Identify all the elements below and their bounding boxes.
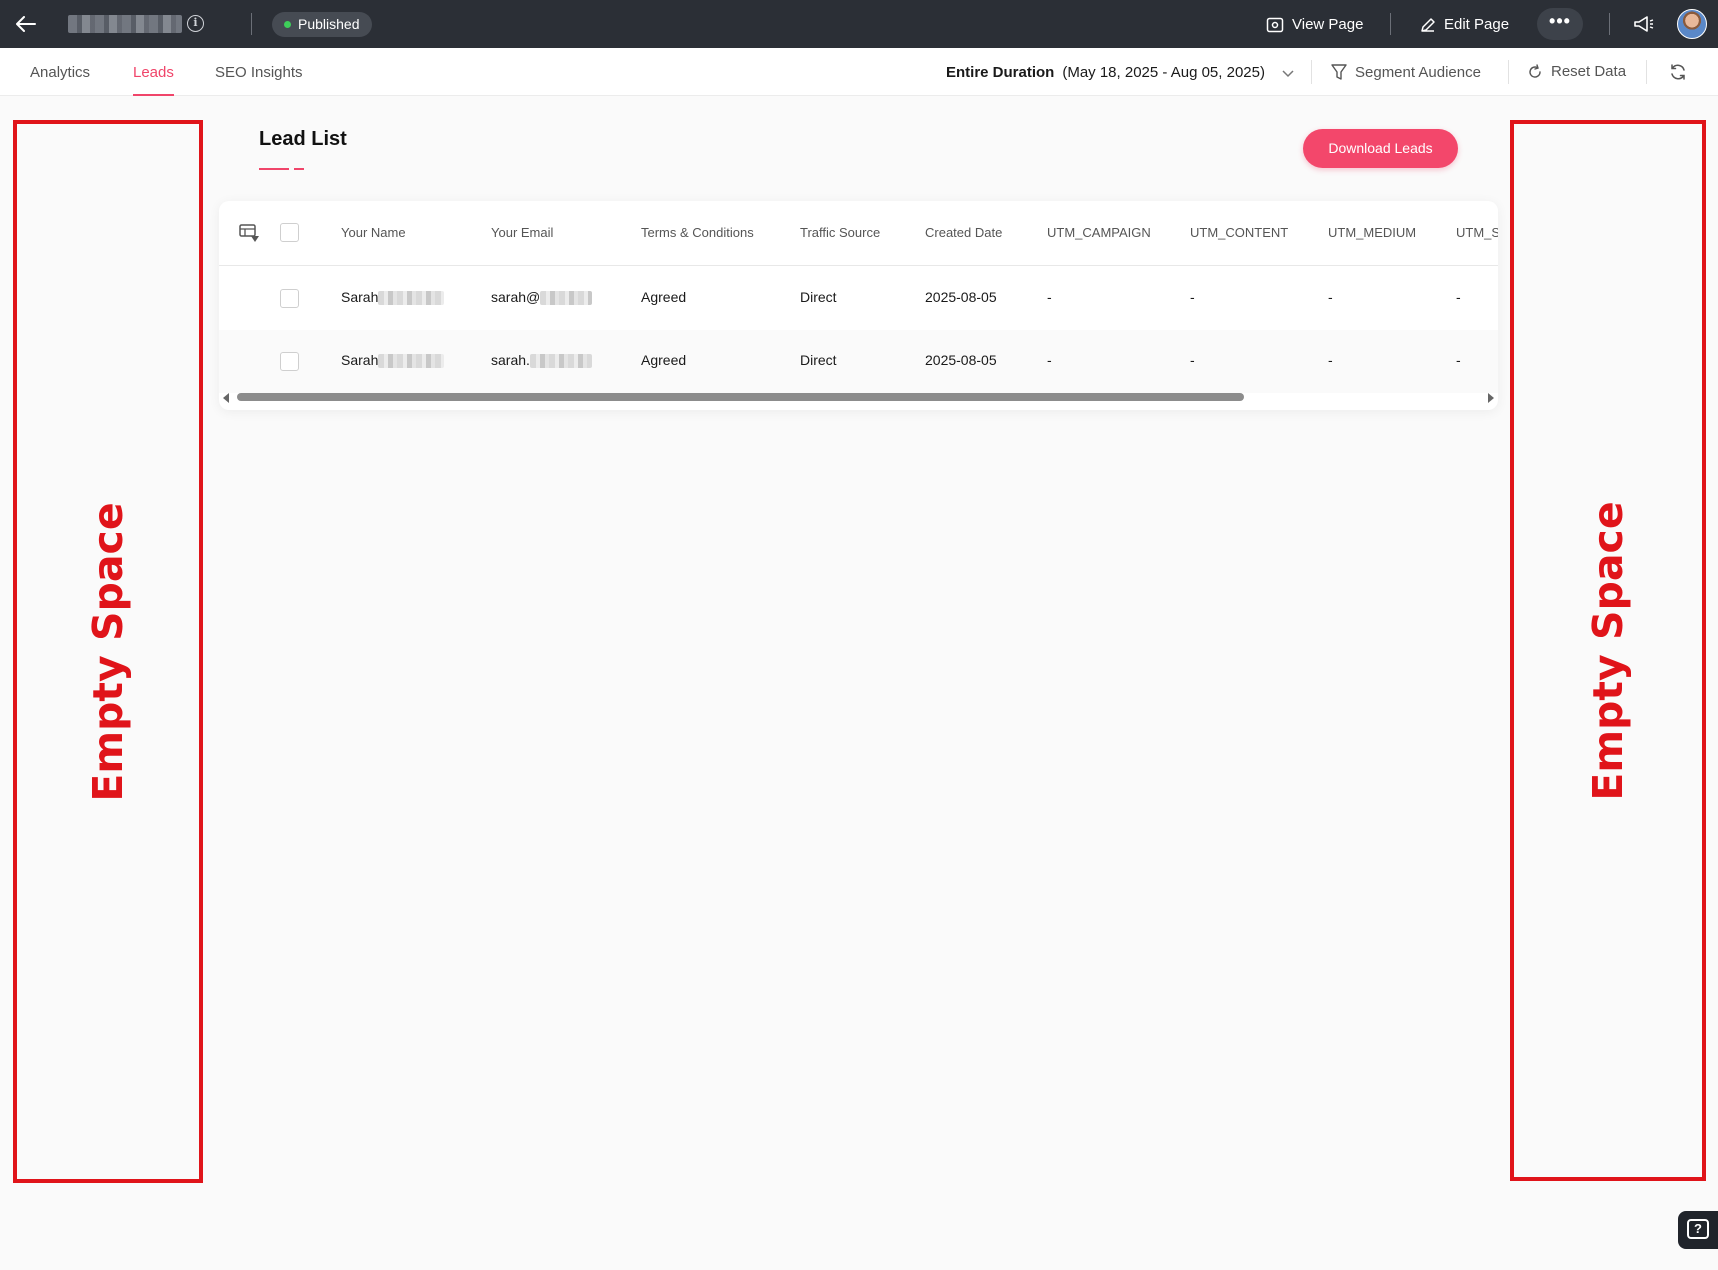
scroll-right-arrow-icon[interactable]	[1488, 393, 1494, 403]
utm-content-cell: -	[1190, 352, 1195, 368]
reset-data-button[interactable]: Reset Data	[1527, 63, 1626, 80]
duration-range: (May 18, 2025 - Aug 05, 2025)	[1062, 64, 1265, 81]
lead-email-cell: sarah@	[491, 289, 593, 306]
utm-medium-cell: -	[1328, 352, 1333, 368]
utm-campaign-cell: -	[1047, 352, 1052, 368]
column-header-traffic-source[interactable]: Traffic Source	[800, 225, 880, 240]
column-header-created-date[interactable]: Created Date	[925, 225, 1002, 240]
row-checkbox[interactable]	[280, 289, 299, 308]
terms-cell: Agreed	[641, 289, 687, 305]
divider	[1311, 60, 1312, 84]
created-date-cell: 2025-08-05	[925, 289, 997, 305]
edit-page-button[interactable]: Edit Page	[1420, 12, 1509, 37]
scroll-left-arrow-icon[interactable]	[223, 393, 229, 403]
funnel-icon	[1331, 64, 1347, 80]
row-checkbox[interactable]	[280, 352, 299, 371]
info-icon[interactable]: i	[187, 15, 204, 32]
eye-icon	[1266, 17, 1284, 32]
more-options-button[interactable]: •••	[1537, 8, 1583, 40]
scrollbar-thumb[interactable]	[237, 393, 1244, 401]
status-label: Published	[298, 16, 360, 32]
reset-data-label: Reset Data	[1551, 63, 1627, 80]
empty-space-label: Empty Space	[1584, 500, 1632, 801]
column-header-utm-medium[interactable]: UTM_MEDIUM	[1328, 225, 1416, 240]
segment-audience-button[interactable]: Segment Audience	[1331, 63, 1481, 81]
column-header-name[interactable]: Your Name	[341, 225, 406, 240]
utm-s-cell: -	[1456, 289, 1461, 305]
sub-navigation: Analytics Leads SEO Insights Entire Dura…	[0, 48, 1718, 96]
utm-s-cell: -	[1456, 352, 1461, 368]
tab-seo-insights[interactable]: SEO Insights	[215, 64, 303, 81]
empty-space-annotation-left: Empty Space	[13, 120, 203, 1183]
empty-space-label: Empty Space	[84, 501, 132, 802]
column-header-email[interactable]: Your Email	[491, 225, 553, 240]
divider	[251, 13, 252, 35]
status-dot-icon	[284, 21, 291, 28]
divider	[1646, 60, 1647, 84]
refresh-icon	[1671, 64, 1685, 80]
top-bar: i Published View Page Edit Page •••	[0, 0, 1718, 48]
leads-table: Your Name Your Email Terms & Conditions …	[219, 201, 1498, 410]
title-underline	[259, 168, 304, 170]
traffic-source-cell: Direct	[800, 289, 837, 305]
column-settings-icon[interactable]	[239, 223, 261, 243]
horizontal-scrollbar[interactable]	[219, 390, 1498, 404]
column-header-terms[interactable]: Terms & Conditions	[641, 225, 754, 240]
lead-email-cell: sarah.	[491, 352, 592, 369]
lead-name-cell: Sarah	[341, 289, 445, 306]
divider	[1508, 60, 1509, 84]
table-row[interactable]: Sarah sarah. Agreed Direct 2025-08-05 - …	[219, 330, 1498, 393]
user-avatar[interactable]	[1677, 9, 1707, 39]
help-button[interactable]: ?	[1678, 1211, 1718, 1249]
question-mark-icon: ?	[1687, 1219, 1709, 1239]
tab-leads[interactable]: Leads	[133, 64, 174, 96]
segment-audience-label: Segment Audience	[1355, 63, 1481, 81]
page-name-redacted	[68, 15, 182, 33]
traffic-source-cell: Direct	[800, 352, 837, 368]
pencil-icon	[1421, 17, 1435, 32]
divider	[1390, 13, 1391, 35]
empty-space-annotation-right: Empty Space	[1510, 120, 1706, 1181]
reset-icon	[1529, 63, 1541, 78]
utm-content-cell: -	[1190, 289, 1195, 305]
published-status-badge: Published	[272, 12, 372, 37]
more-dots-icon: •••	[1549, 11, 1571, 31]
chevron-down-icon	[1282, 69, 1294, 77]
tab-analytics[interactable]: Analytics	[30, 64, 90, 81]
select-all-checkbox[interactable]	[280, 223, 299, 242]
utm-medium-cell: -	[1328, 289, 1333, 305]
refresh-button[interactable]	[1668, 62, 1688, 82]
column-header-utm-content[interactable]: UTM_CONTENT	[1190, 225, 1288, 240]
lead-name-cell: Sarah	[341, 352, 445, 369]
view-page-button[interactable]: View Page	[1266, 12, 1363, 37]
back-arrow-icon[interactable]	[12, 10, 40, 38]
megaphone-icon[interactable]	[1632, 12, 1656, 36]
table-row[interactable]: Sarah sarah@ Agreed Direct 2025-08-05 - …	[219, 267, 1498, 330]
edit-page-label: Edit Page	[1444, 16, 1510, 33]
duration-selector[interactable]: Entire Duration (May 18, 2025 - Aug 05, …	[946, 64, 1295, 81]
column-header-utm-campaign[interactable]: UTM_CAMPAIGN	[1047, 225, 1151, 240]
divider	[1609, 13, 1610, 35]
created-date-cell: 2025-08-05	[925, 352, 997, 368]
duration-label: Entire Duration	[946, 64, 1055, 81]
table-header: Your Name Your Email Terms & Conditions …	[219, 201, 1498, 266]
lead-list-title: Lead List	[259, 128, 347, 150]
terms-cell: Agreed	[641, 352, 687, 368]
column-header-utm-s[interactable]: UTM_S	[1456, 225, 1498, 240]
utm-campaign-cell: -	[1047, 289, 1052, 305]
download-leads-button[interactable]: Download Leads	[1303, 129, 1458, 168]
view-page-label: View Page	[1292, 16, 1364, 33]
